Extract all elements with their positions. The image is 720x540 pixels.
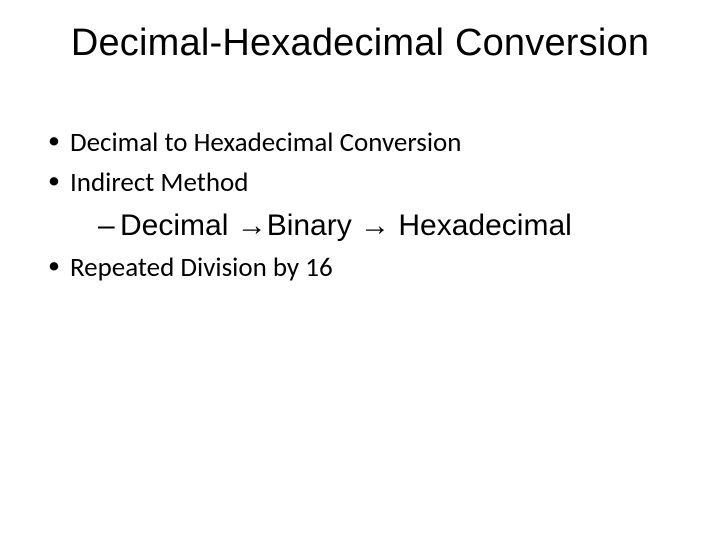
list-item: Indirect Method Decimal →Binary → Hexade… xyxy=(48,165,672,246)
bullet-list: Decimal to Hexadecimal Conversion Indire… xyxy=(48,125,672,287)
slide-body: Decimal to Hexadecimal Conversion Indire… xyxy=(48,125,672,291)
list-item: Decimal →Binary → Hexadecimal xyxy=(98,206,672,247)
slide: Decimal-Hexadecimal Conversion Decimal t… xyxy=(0,0,720,540)
list-item: Repeated Division by 16 xyxy=(48,250,672,286)
list-item: Decimal to Hexadecimal Conversion xyxy=(48,125,672,161)
list-item-label: Indirect Method xyxy=(70,166,248,199)
slide-title: Decimal-Hexadecimal Conversion xyxy=(0,22,720,65)
sub-bullet-list: Decimal →Binary → Hexadecimal xyxy=(70,206,672,247)
